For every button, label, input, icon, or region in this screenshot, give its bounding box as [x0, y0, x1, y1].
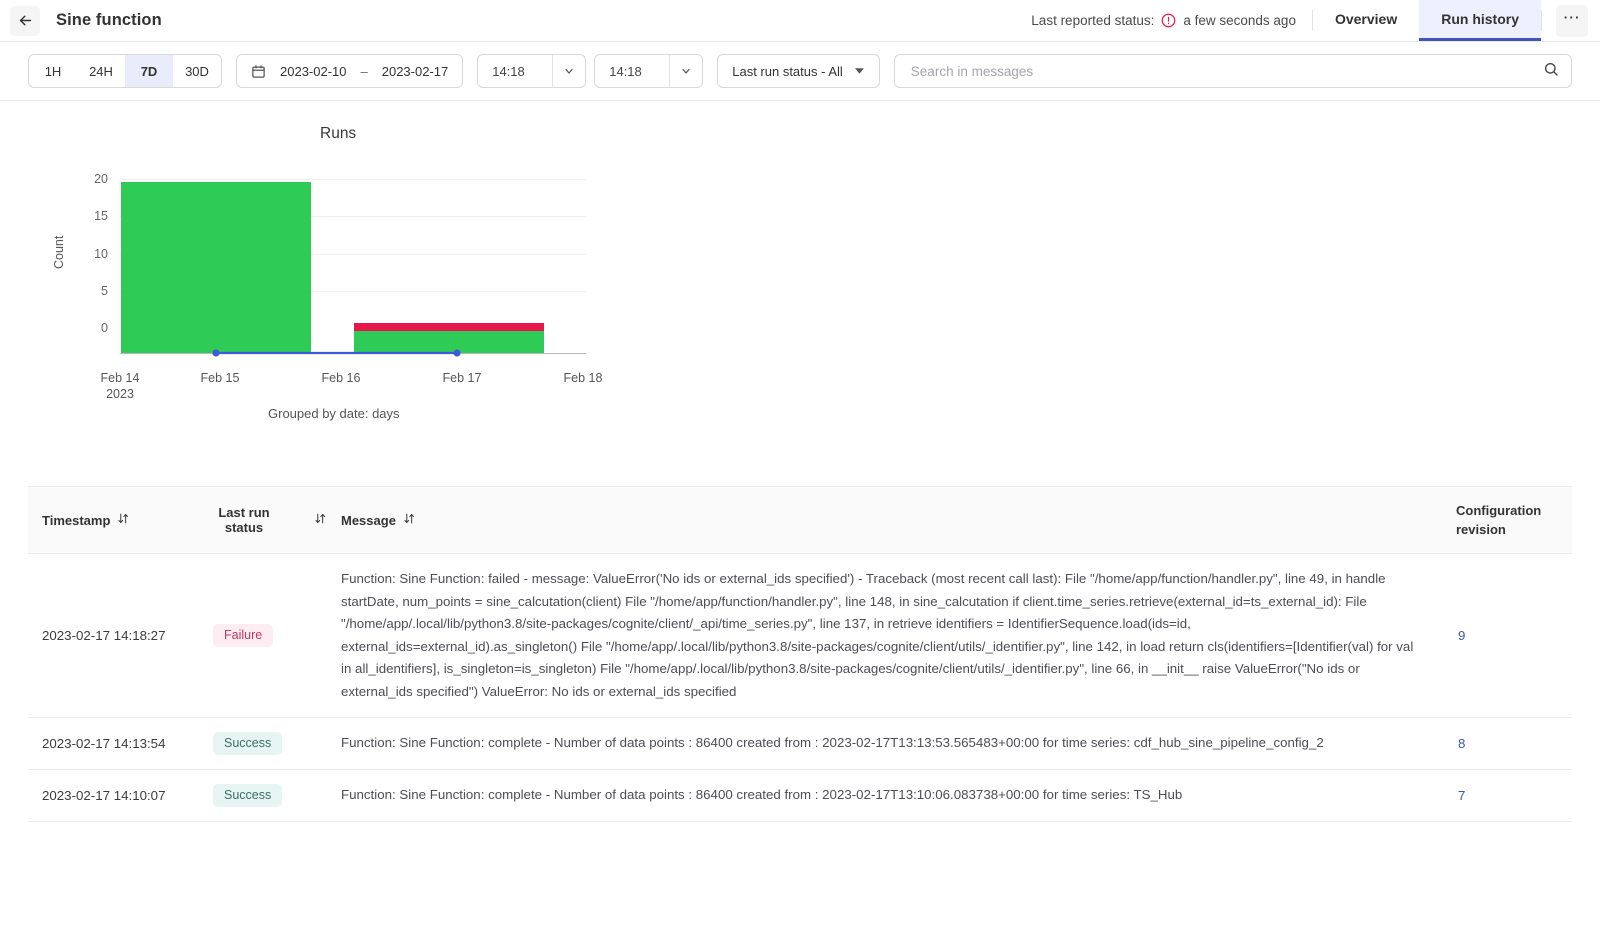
- column-header-message[interactable]: Message: [341, 487, 1456, 554]
- sort-updown-icon[interactable]: [117, 512, 130, 528]
- sort-updown-icon[interactable]: [314, 512, 327, 528]
- chart-x-tick: Feb 18: [563, 371, 603, 385]
- kebab-menu-icon: ⋯: [1562, 7, 1582, 27]
- date-from-value: 2023-02-10: [280, 63, 347, 79]
- cell-message: Function: Sine Function: failed - messag…: [341, 553, 1456, 718]
- range-option-1h[interactable]: 1H: [29, 55, 77, 87]
- tab-overview[interactable]: Overview: [1313, 0, 1419, 41]
- column-header-last-run-status[interactable]: Last run status: [213, 487, 341, 554]
- sort-updown-icon[interactable]: [403, 512, 416, 528]
- chart-plot-area: 20 15 10 5 0 Feb 14 2023 Feb 15 Feb 16 Fe…: [94, 172, 602, 401]
- runs-chart: Runs Count 20 15 10 5 0 Feb 14 2023 Feb …: [0, 101, 1600, 486]
- status-badge: Success: [213, 732, 283, 755]
- column-header-message-label: Message: [341, 512, 396, 528]
- time-to-picker[interactable]: 14:18: [594, 54, 704, 88]
- last-reported-status-time: a few seconds ago: [1183, 13, 1296, 28]
- chart-y-tick: 15: [94, 209, 108, 224]
- cell-timestamp: 2023-02-17 14:10:07: [28, 769, 213, 822]
- column-header-timestamp[interactable]: Timestamp: [28, 487, 213, 554]
- status-badge: Success: [213, 784, 283, 807]
- cell-configuration-revision[interactable]: 7: [1456, 769, 1572, 822]
- column-header-last-run-status-label: Last run status: [218, 505, 270, 535]
- chevron-down-icon[interactable]: [669, 55, 702, 87]
- date-range-picker[interactable]: 2023-02-10 – 2023-02-17: [236, 54, 464, 88]
- column-header-configuration-revision-label: Configuration revision: [1456, 503, 1542, 537]
- cell-configuration-revision[interactable]: 9: [1456, 553, 1572, 718]
- chart-x-tick: Feb 17: [442, 371, 482, 385]
- table-row[interactable]: 2023-02-17 14:10:07 Success Function: Si…: [28, 769, 1572, 822]
- last-reported-status-label: Last reported status:: [1031, 13, 1155, 28]
- chart-x-tick: Feb 15: [200, 371, 240, 385]
- cell-configuration-revision[interactable]: 8: [1456, 717, 1572, 770]
- table-header-row: Timestamp Last run status Message Config…: [28, 487, 1572, 554]
- search-input[interactable]: [908, 62, 1543, 80]
- caret-down-icon: [854, 64, 865, 79]
- tab-run-history[interactable]: Run history: [1419, 0, 1541, 41]
- chart-overlay-line: [212, 349, 461, 357]
- cell-timestamp: 2023-02-17 14:18:27: [28, 553, 213, 718]
- date-to-value: 2023-02-17: [381, 63, 449, 79]
- chart-x-tick: Feb 14 2023: [100, 371, 140, 401]
- search-messages-field[interactable]: [893, 54, 1572, 88]
- time-to-value: 14:18: [609, 63, 642, 79]
- app-header: Sine function Last reported status: a fe…: [0, 0, 1600, 42]
- filter-toolbar: 1H 24H 7D 30D 2023-02-10 – 2023-02-17 14…: [0, 42, 1600, 101]
- cell-status: Success: [213, 717, 341, 770]
- back-button[interactable]: [10, 5, 40, 36]
- chart-title: Runs: [320, 125, 357, 142]
- chart-y-axis-label: Count: [52, 235, 66, 269]
- time-range-segmented-control: 1H 24H 7D 30D: [28, 54, 222, 88]
- cell-status: Failure: [213, 553, 341, 718]
- chevron-down-icon[interactable]: [552, 55, 585, 87]
- chart-x-tick: Feb 16: [321, 371, 361, 385]
- calendar-icon: [251, 64, 266, 79]
- time-from-picker[interactable]: 14:18: [477, 54, 587, 88]
- status-badge: Failure: [213, 624, 274, 647]
- chart-y-tick: 20: [94, 172, 108, 186]
- cell-status: Success: [213, 769, 341, 822]
- time-from-value: 14:18: [492, 63, 525, 79]
- column-header-configuration-revision: Configuration revision: [1456, 487, 1572, 554]
- cell-message: Function: Sine Function: complete - Numb…: [341, 769, 1456, 822]
- time-pickers-group: 14:18 14:18: [477, 54, 704, 88]
- alert-circle-icon: [1161, 13, 1176, 28]
- header-right-group: Last reported status: a few seconds ago …: [1031, 0, 1600, 41]
- page-title: Sine function: [56, 11, 162, 29]
- last-run-status-filter-label: Last run status - All: [732, 63, 843, 79]
- header-divider-2: [1541, 10, 1542, 31]
- chart-y-tick: 0: [101, 321, 108, 335]
- chart-y-tick: 5: [101, 283, 108, 298]
- table-row[interactable]: 2023-02-17 14:18:27 Failure Function: Si…: [28, 553, 1572, 718]
- run-history-table: Timestamp Last run status Message Config…: [28, 486, 1572, 822]
- chart-y-tick: 10: [94, 246, 108, 261]
- range-option-30d[interactable]: 30D: [173, 55, 221, 87]
- column-header-timestamp-label: Timestamp: [42, 512, 111, 528]
- cell-message: Function: Sine Function: complete - Numb…: [341, 717, 1456, 770]
- more-options-button[interactable]: ⋯: [1556, 4, 1588, 37]
- table-row[interactable]: 2023-02-17 14:13:54 Success Function: Si…: [28, 717, 1572, 770]
- cell-timestamp: 2023-02-17 14:13:54: [28, 717, 213, 770]
- last-run-status-filter[interactable]: Last run status - All: [717, 54, 880, 88]
- range-option-24h[interactable]: 24H: [77, 55, 125, 87]
- date-range-separator: –: [360, 63, 368, 79]
- search-icon[interactable]: [1543, 61, 1559, 82]
- chart-x-axis-label: Grouped by date: days: [268, 406, 400, 421]
- range-option-7d[interactable]: 7D: [125, 55, 173, 87]
- last-reported-status: Last reported status: a few seconds ago: [1031, 0, 1312, 41]
- arrow-left-icon: [17, 12, 34, 29]
- header-tabs: Overview Run history: [1313, 0, 1541, 41]
